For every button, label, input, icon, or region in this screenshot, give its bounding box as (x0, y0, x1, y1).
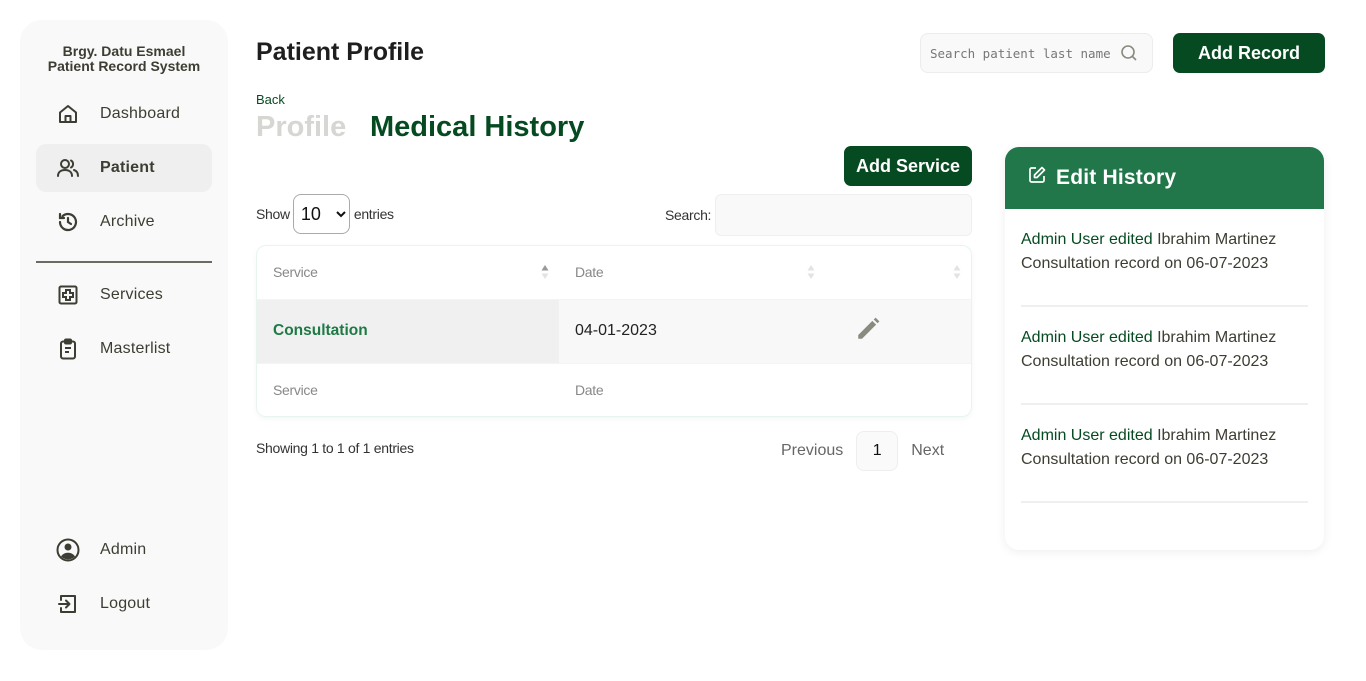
history-icon (56, 210, 80, 234)
sidebar-item-patient[interactable]: Patient (36, 144, 212, 192)
history-actor: Admin User edited (1021, 231, 1153, 248)
history-item: Admin User edited Ibrahim Martinez Consu… (1021, 405, 1308, 503)
sidebar-item-label: Admin (100, 541, 147, 558)
sidebar-item-label: Logout (100, 595, 151, 612)
sidebar-item-archive[interactable]: Archive (36, 198, 212, 246)
sort-icon (807, 265, 815, 279)
sidebar-item-logout[interactable]: Logout (36, 580, 212, 628)
tab-profile[interactable]: Profile (256, 111, 346, 144)
entries-select[interactable]: 10 (292, 194, 350, 234)
sidebar: Brgy. Datu Esmael Patient Record System … (20, 20, 228, 650)
users-icon (56, 156, 80, 180)
table-header-row: Service Date (257, 246, 971, 299)
pagination-page-1[interactable]: 1 (856, 431, 899, 471)
history-patient: Ibrahim Martinez (1157, 427, 1277, 444)
history-actor: Admin User edited (1021, 427, 1153, 444)
action-cell (825, 298, 971, 364)
sidebar-item-masterlist[interactable]: Masterlist (36, 325, 212, 373)
table-footer-row: Service Date (257, 363, 971, 416)
pagination-next[interactable]: Next (898, 442, 957, 460)
home-icon (56, 102, 80, 126)
tab-medical-history[interactable]: Medical History (370, 111, 584, 144)
entries-label: entries (353, 206, 394, 222)
history-detail: Consultation record on 06-07-2023 (1021, 451, 1269, 468)
clipboard-icon (56, 337, 80, 361)
column-header-action[interactable] (825, 246, 971, 299)
medical-history-table: Service Date Consultation 04-01-2023 Ser… (256, 245, 972, 417)
footer-date: Date (575, 381, 604, 398)
brand-line-1: Brgy. Datu Esmael (62, 43, 186, 59)
sort-icon (953, 265, 961, 279)
page-title: Patient Profile (256, 38, 425, 66)
sidebar-item-label: Patient (100, 159, 155, 176)
sidebar-item-label: Masterlist (100, 340, 171, 357)
sidebar-item-label: Services (100, 286, 163, 303)
medical-plus-icon (56, 283, 80, 307)
edit-history-panel: Edit History Admin User edited Ibrahim M… (1005, 147, 1324, 550)
user-circle-icon (56, 538, 80, 562)
add-service-button[interactable]: Add Service (844, 146, 972, 186)
patient-search-input[interactable] (930, 45, 1120, 61)
edit-pencil-icon[interactable] (855, 316, 881, 342)
brand-line-2: Patient Record System (47, 58, 201, 74)
table-search: Search: (665, 194, 973, 236)
date-cell: 04-01-2023 (559, 298, 825, 364)
sidebar-item-label: Dashboard (100, 105, 181, 122)
history-patient: Ibrahim Martinez (1157, 231, 1277, 248)
history-actor: Admin User edited (1021, 329, 1153, 346)
table-search-label: Search: (665, 207, 712, 223)
history-patient: Ibrahim Martinez (1157, 329, 1277, 346)
sidebar-item-dashboard[interactable]: Dashboard (36, 90, 212, 138)
sidebar-item-services[interactable]: Services (36, 271, 212, 319)
patient-search (920, 33, 1153, 73)
edit-history-header: Edit History (1005, 147, 1324, 209)
column-header-service[interactable]: Service (257, 246, 559, 299)
history-item: Admin User edited Ibrahim Martinez Consu… (1021, 307, 1308, 405)
entries-length-control: Show 10 entries (256, 194, 394, 234)
footer-action (825, 363, 971, 416)
brand-title: Brgy. Datu Esmael Patient Record System (20, 44, 228, 74)
column-header-date[interactable]: Date (559, 246, 825, 299)
footer-service: Service (273, 381, 318, 398)
table-row: Consultation 04-01-2023 (257, 298, 971, 364)
sort-asc-icon (541, 265, 549, 279)
search-icon[interactable] (1120, 44, 1138, 62)
history-item: Admin User edited Ibrahim Martinez Consu… (1021, 209, 1308, 307)
sidebar-divider (36, 261, 212, 263)
back-link[interactable]: Back (256, 92, 285, 107)
pagination: Previous 1 Next (768, 431, 957, 471)
history-detail: Consultation record on 06-07-2023 (1021, 353, 1269, 370)
service-cell: Consultation (257, 298, 559, 364)
history-detail: Consultation record on 06-07-2023 (1021, 255, 1269, 272)
table-info: Showing 1 to 1 of 1 entries (256, 440, 414, 456)
pagination-previous[interactable]: Previous (768, 442, 856, 460)
add-record-button[interactable]: Add Record (1173, 33, 1325, 73)
logout-icon (56, 592, 80, 616)
table-search-input[interactable] (715, 194, 973, 236)
show-label: Show (256, 206, 290, 222)
sidebar-item-label: Archive (100, 213, 155, 230)
edit-square-icon (1027, 165, 1047, 185)
edit-history-title: Edit History (1056, 166, 1177, 189)
sidebar-item-admin[interactable]: Admin (36, 526, 212, 574)
